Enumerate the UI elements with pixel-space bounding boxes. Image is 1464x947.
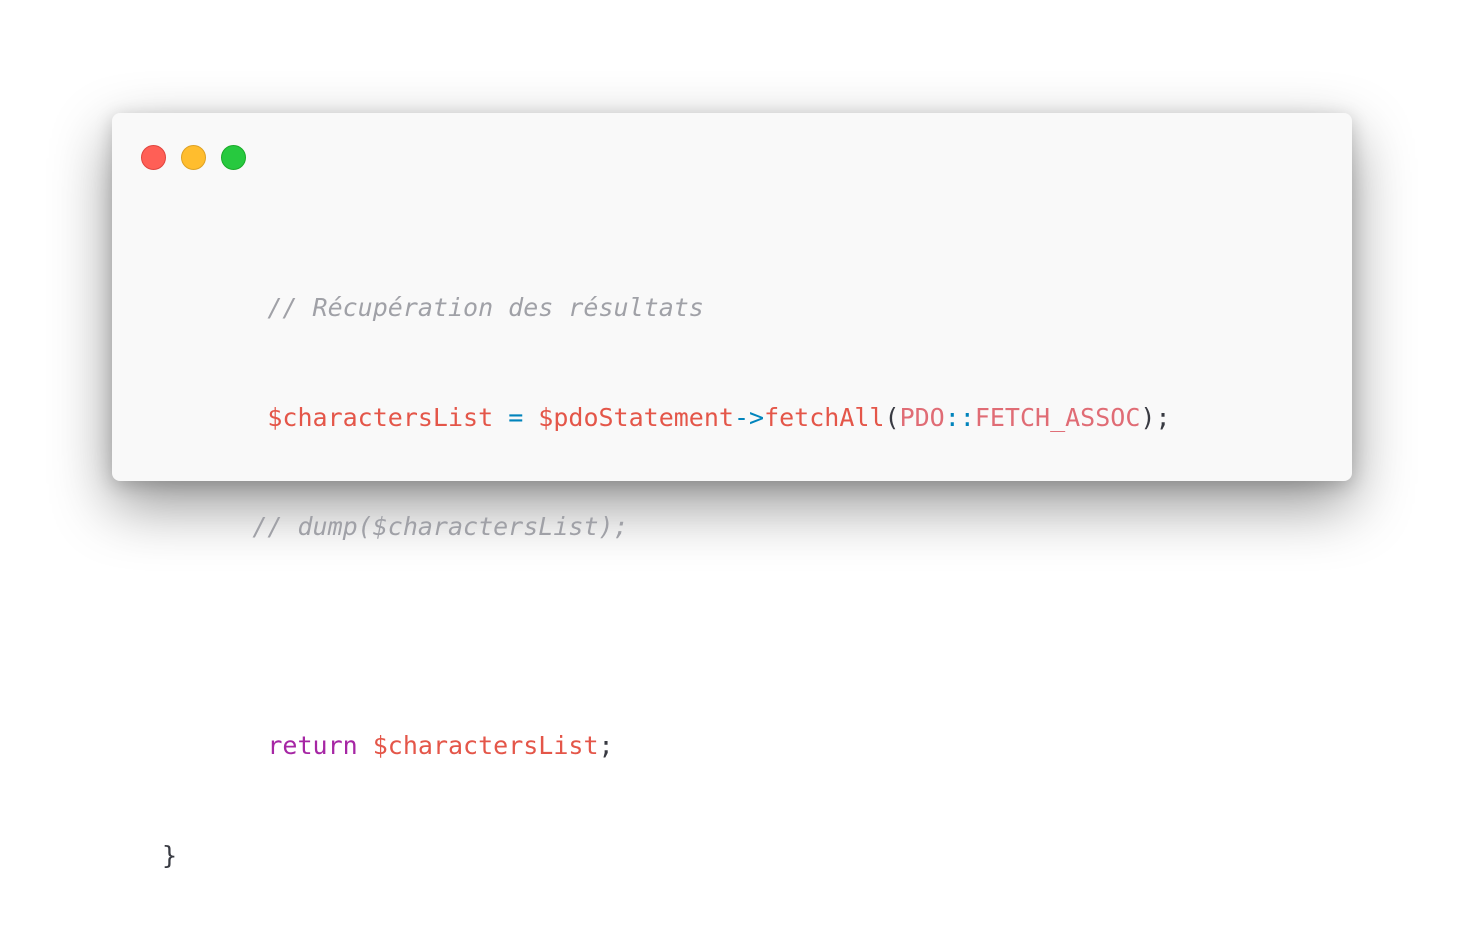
constant-fetch-assoc: FETCH_ASSOC <box>974 402 1141 432</box>
keyword-return: return <box>267 731 358 760</box>
closing-brace: } <box>162 840 178 870</box>
code-line-1: // Récupération des résultats <box>162 290 1171 327</box>
close-button[interactable] <box>141 145 166 170</box>
variable-characters-list: $charactersList <box>372 731 599 760</box>
code-line-5: return $charactersList; <box>162 728 1171 765</box>
code-line-6: } <box>162 838 1171 875</box>
code-block: // Récupération des résultats $character… <box>162 217 1171 947</box>
code-line-3: // dump($charactersList); <box>162 509 1171 546</box>
variable-pdo-statement: $pdoStatement <box>538 402 734 432</box>
code-window: // Récupération des résultats $character… <box>112 113 1352 870</box>
assign-operator: = <box>493 402 539 432</box>
open-paren: ( <box>884 402 900 432</box>
maximize-button[interactable] <box>221 145 246 170</box>
method-fetch-all: fetchAll <box>764 402 885 432</box>
semicolon: ; <box>598 731 614 760</box>
code-line-2: $charactersList = $pdoStatement->fetchAl… <box>162 400 1171 437</box>
code-comment: // Récupération des résultats <box>267 293 704 322</box>
code-comment: // dump($charactersList); <box>252 512 629 541</box>
class-pdo: PDO <box>899 402 945 432</box>
minimize-button[interactable] <box>181 145 206 170</box>
arrow-operator: -> <box>733 402 765 432</box>
scope-operator: :: <box>944 402 975 432</box>
variable-characters-list: $charactersList <box>267 402 494 432</box>
window-controls <box>141 145 246 170</box>
close-paren: ); <box>1140 402 1171 432</box>
